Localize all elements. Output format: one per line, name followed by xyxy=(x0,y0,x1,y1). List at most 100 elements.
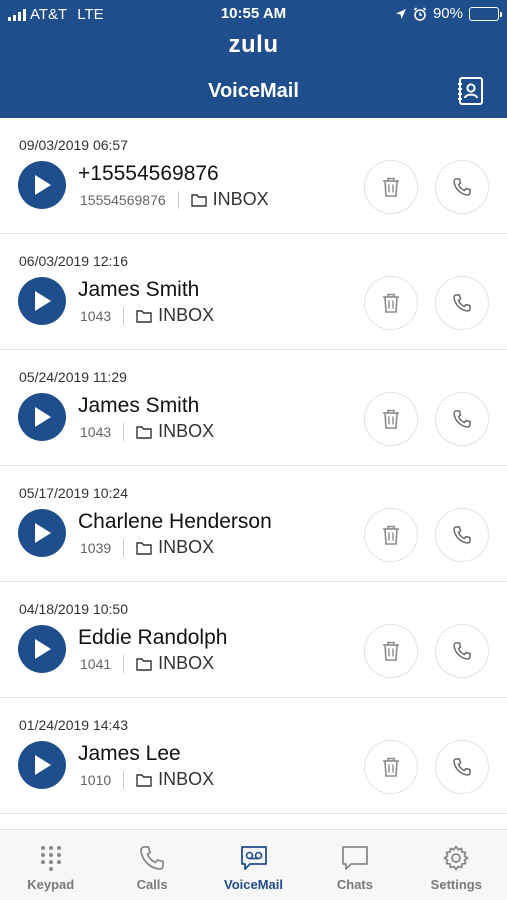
delete-button[interactable] xyxy=(364,624,418,678)
voicemail-meta: 1043 INBOX xyxy=(80,305,214,326)
voicemail-date: 05/24/2019 11:29 xyxy=(19,369,127,385)
voicemail-date: 09/03/2019 06:57 xyxy=(19,137,128,153)
folder-tag: INBOX xyxy=(136,537,214,558)
trash-icon xyxy=(383,757,399,777)
battery-percent: 90% xyxy=(432,5,463,22)
folder-tag: INBOX xyxy=(136,769,214,790)
folder-tag: INBOX xyxy=(190,189,269,210)
folder-tag: INBOX xyxy=(136,305,214,326)
phone-icon xyxy=(453,294,471,312)
play-button[interactable] xyxy=(18,509,66,557)
trash-icon xyxy=(383,525,399,545)
delete-button[interactable] xyxy=(364,740,418,794)
play-button[interactable] xyxy=(18,277,66,325)
caller-extension: 15554569876 xyxy=(80,190,179,209)
folder-icon xyxy=(136,541,152,555)
tab-calls[interactable]: Calls xyxy=(101,830,202,900)
play-icon xyxy=(35,523,51,543)
caller-name: James Lee xyxy=(78,742,181,765)
folder-icon xyxy=(136,657,152,671)
caller-extension: 1043 xyxy=(80,306,125,325)
battery-icon xyxy=(469,6,502,21)
tab-label-keypad: Keypad xyxy=(27,877,75,892)
delete-button[interactable] xyxy=(364,276,418,330)
status-right: 90% xyxy=(395,5,502,22)
play-icon xyxy=(35,639,51,659)
play-button[interactable] xyxy=(18,741,66,789)
play-button[interactable] xyxy=(18,625,66,673)
voicemail-meta: 1043 INBOX xyxy=(80,421,214,442)
play-button[interactable] xyxy=(18,393,66,441)
phone-icon xyxy=(453,758,471,776)
phone-icon xyxy=(453,526,471,544)
voicemail-date: 06/03/2019 12:16 xyxy=(19,253,128,269)
trash-icon xyxy=(383,293,399,313)
voicemail-row[interactable]: 05/17/2019 10:24 Charlene Henderson 1039… xyxy=(0,466,507,582)
tab-label-settings: Settings xyxy=(430,877,482,892)
gear-icon xyxy=(443,845,469,871)
folder-label: INBOX xyxy=(158,653,215,673)
caller-name: James Smith xyxy=(78,394,200,417)
voicemail-list: 09/03/2019 06:57 +15554569876 1555456987… xyxy=(0,118,507,814)
voicemail-meta: 15554569876 INBOX xyxy=(80,189,269,210)
call-back-button[interactable] xyxy=(435,508,489,562)
folder-label: INBOX xyxy=(212,189,269,209)
status-bar: AT&T LTE 10:55 AM 90% xyxy=(0,0,507,30)
tab-chats[interactable]: Chats xyxy=(304,830,405,900)
voicemail-row[interactable]: 06/03/2019 12:16 James Smith 1043 INBOX xyxy=(0,234,507,350)
play-button[interactable] xyxy=(18,161,66,209)
voicemail-meta: 1039 INBOX xyxy=(80,537,214,558)
delete-button[interactable] xyxy=(364,392,418,446)
caller-name: Eddie Randolph xyxy=(78,626,228,649)
voicemail-row[interactable]: 01/24/2019 14:43 James Lee 1010 INBOX xyxy=(0,698,507,814)
tab-keypad[interactable]: Keypad xyxy=(0,830,101,900)
folder-icon xyxy=(136,773,152,787)
folder-label: INBOX xyxy=(158,769,215,789)
delete-button[interactable] xyxy=(364,508,418,562)
phone-icon xyxy=(140,846,165,870)
voicemail-date: 04/18/2019 10:50 xyxy=(19,601,128,617)
tab-voicemail[interactable]: VoiceMail xyxy=(203,830,304,900)
delete-button[interactable] xyxy=(364,160,418,214)
caller-name: +15554569876 xyxy=(78,162,219,185)
voicemail-icon xyxy=(240,846,267,870)
folder-icon xyxy=(136,309,152,323)
app-logo: zulu xyxy=(228,31,279,58)
voicemail-row[interactable]: 09/03/2019 06:57 +15554569876 1555456987… xyxy=(0,118,507,234)
call-back-button[interactable] xyxy=(435,160,489,214)
folder-icon xyxy=(190,193,207,207)
caller-extension: 1043 xyxy=(80,422,125,441)
call-back-button[interactable] xyxy=(435,276,489,330)
voicemail-meta: 1041 INBOX xyxy=(80,653,214,674)
tab-label-calls: Calls xyxy=(136,877,168,892)
caller-extension: 1010 xyxy=(80,770,125,789)
trash-icon xyxy=(383,641,399,661)
tab-label-voicemail: VoiceMail xyxy=(224,877,284,892)
voicemail-date: 05/17/2019 10:24 xyxy=(19,485,128,501)
play-icon xyxy=(35,291,51,311)
page-title: VoiceMail xyxy=(208,80,299,102)
voicemail-row[interactable]: 05/24/2019 11:29 James Smith 1043 INBOX xyxy=(0,350,507,466)
tab-bar: Keypad Calls VoiceMail Chats Settings xyxy=(0,829,507,900)
phone-icon xyxy=(453,642,471,660)
call-back-button[interactable] xyxy=(435,392,489,446)
tab-settings[interactable]: Settings xyxy=(406,830,507,900)
phone-icon xyxy=(453,178,471,196)
folder-icon xyxy=(136,425,152,439)
contacts-button[interactable] xyxy=(455,75,487,107)
play-icon xyxy=(35,755,51,775)
voicemail-row[interactable]: 04/18/2019 10:50 Eddie Randolph 1041 INB… xyxy=(0,582,507,698)
keypad-icon xyxy=(40,846,61,871)
play-icon xyxy=(35,175,51,195)
tab-label-chats: Chats xyxy=(336,877,373,892)
caller-name: James Smith xyxy=(78,278,200,301)
call-back-button[interactable] xyxy=(435,740,489,794)
folder-tag: INBOX xyxy=(136,421,214,442)
folder-label: INBOX xyxy=(158,305,215,325)
trash-icon xyxy=(383,409,399,429)
location-arrow-icon xyxy=(395,8,406,19)
call-back-button[interactable] xyxy=(435,624,489,678)
play-icon xyxy=(35,407,51,427)
folder-label: INBOX xyxy=(158,421,215,441)
folder-label: INBOX xyxy=(158,537,215,557)
